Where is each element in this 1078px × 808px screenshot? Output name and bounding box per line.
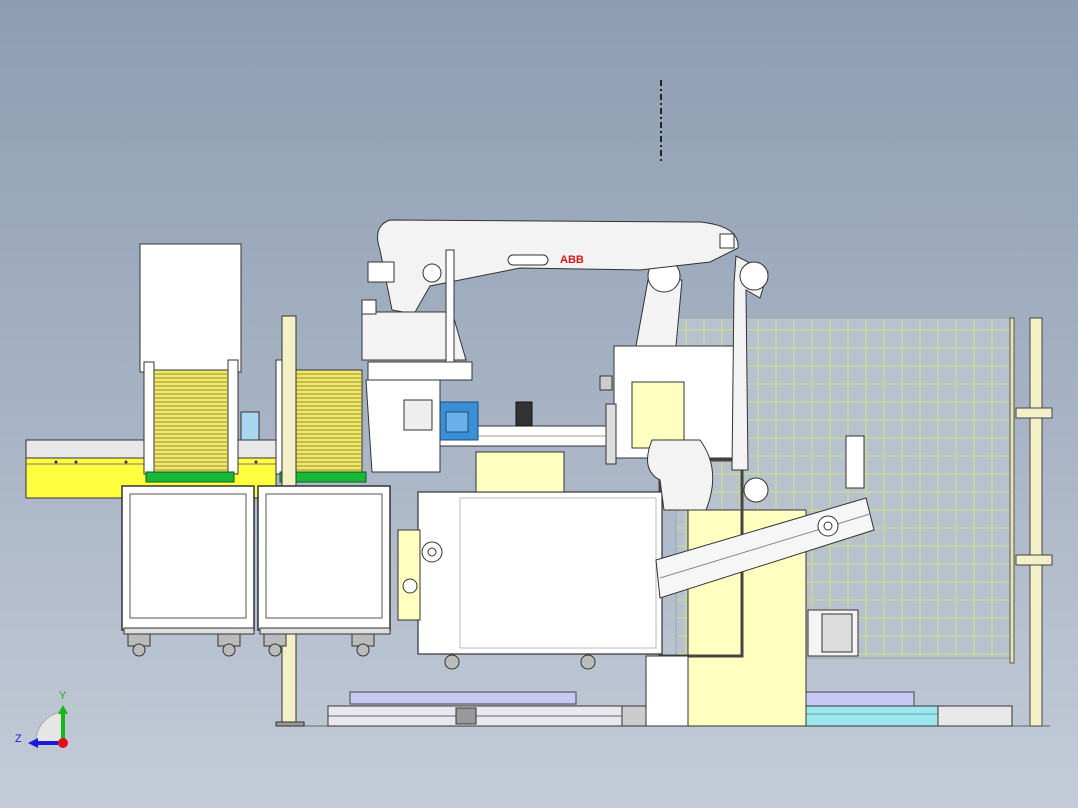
axis-triad[interactable]: Y Z [15, 690, 68, 748]
chute-gripper [845, 435, 865, 489]
y-axis-label: Y [59, 690, 67, 702]
pallet-frame-left [121, 485, 255, 657]
elbow-joint [422, 263, 442, 283]
fence-frame-right [1009, 317, 1015, 664]
balance-rod [445, 249, 455, 381]
fence-post-right [1029, 317, 1043, 727]
triad-plane-icon [35, 711, 63, 743]
abb-logo: ABB [560, 254, 584, 266]
axis-origin [58, 738, 68, 748]
gripper-head [367, 361, 473, 381]
z-axis-label: Z [15, 733, 22, 745]
base-rail-right [805, 691, 1013, 727]
stack-cover [139, 243, 242, 373]
handwheel [421, 541, 443, 563]
side-plate [397, 529, 421, 621]
cad-viewport[interactable]: ABB Y Z [0, 0, 1078, 808]
carton-box [475, 451, 565, 493]
sensor-box [240, 411, 260, 441]
fence-bracket-lower [1015, 554, 1053, 566]
machine-housing [417, 491, 663, 655]
base-rail-left [327, 691, 649, 727]
green-rail [145, 471, 235, 483]
fence-bracket-upper [1015, 407, 1053, 419]
pallet-frame-right [257, 485, 391, 657]
